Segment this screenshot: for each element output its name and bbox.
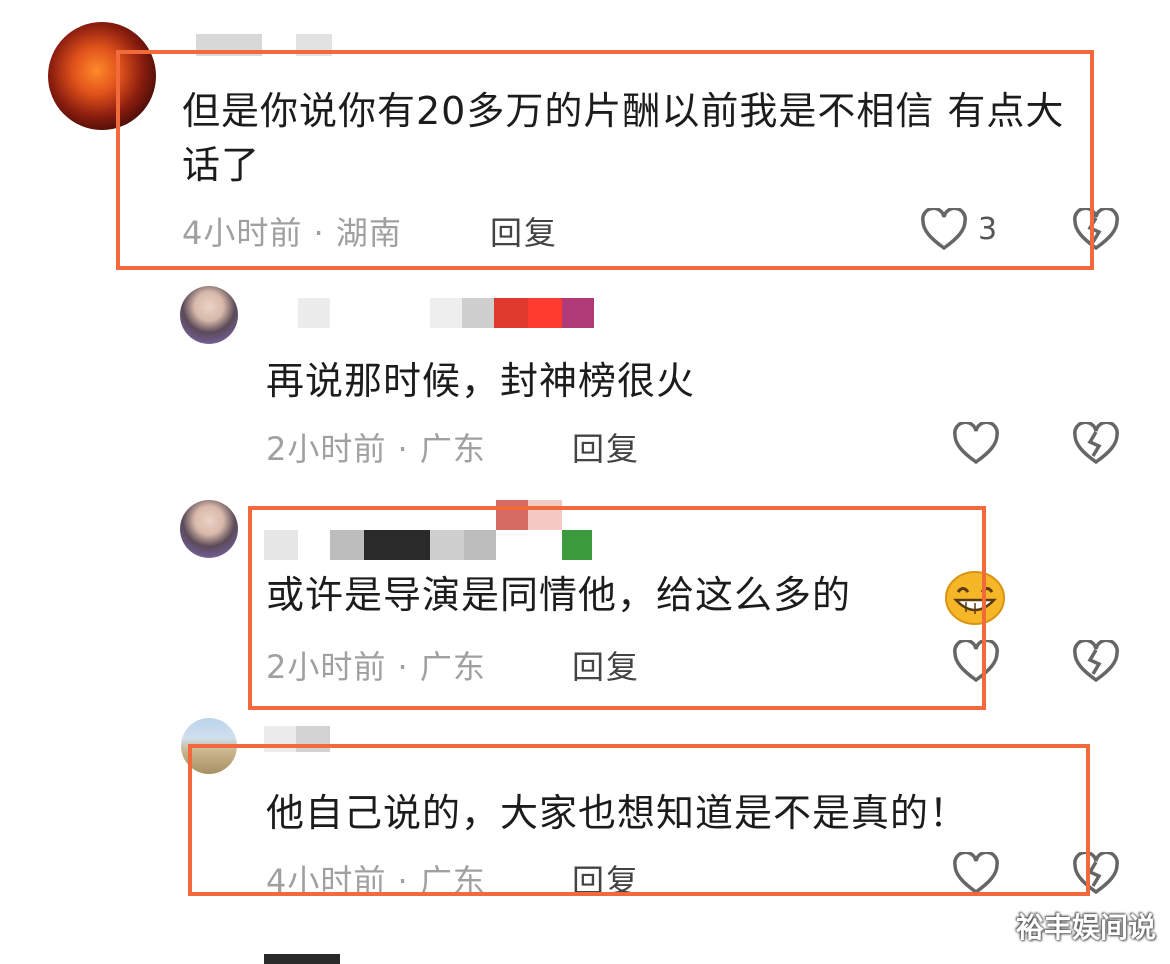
- badge-blurred: [562, 298, 594, 328]
- avatar[interactable]: [180, 500, 238, 558]
- username-blurred: [430, 298, 462, 328]
- reply-button[interactable]: 回复: [572, 424, 640, 470]
- username-blurred[interactable]: [298, 298, 330, 328]
- username-blurred: [462, 298, 494, 328]
- highlight-frame: [188, 744, 1090, 896]
- badge-blurred: [528, 298, 562, 328]
- next-comment-cutoff: [264, 954, 340, 964]
- badge-blurred: [494, 298, 528, 328]
- highlight-frame: [248, 506, 986, 710]
- watermark: 裕丰娱间说: [1015, 911, 1156, 944]
- avatar[interactable]: [180, 286, 238, 344]
- heart-icon[interactable]: [952, 422, 1000, 466]
- broken-heart-icon[interactable]: [1072, 422, 1120, 466]
- broken-heart-icon[interactable]: [1072, 640, 1120, 684]
- comment-text: 再说那时候，封神榜很火: [266, 359, 696, 403]
- highlight-frame: [116, 50, 1094, 270]
- comment-time-location: 2小时前 · 广东: [266, 430, 486, 468]
